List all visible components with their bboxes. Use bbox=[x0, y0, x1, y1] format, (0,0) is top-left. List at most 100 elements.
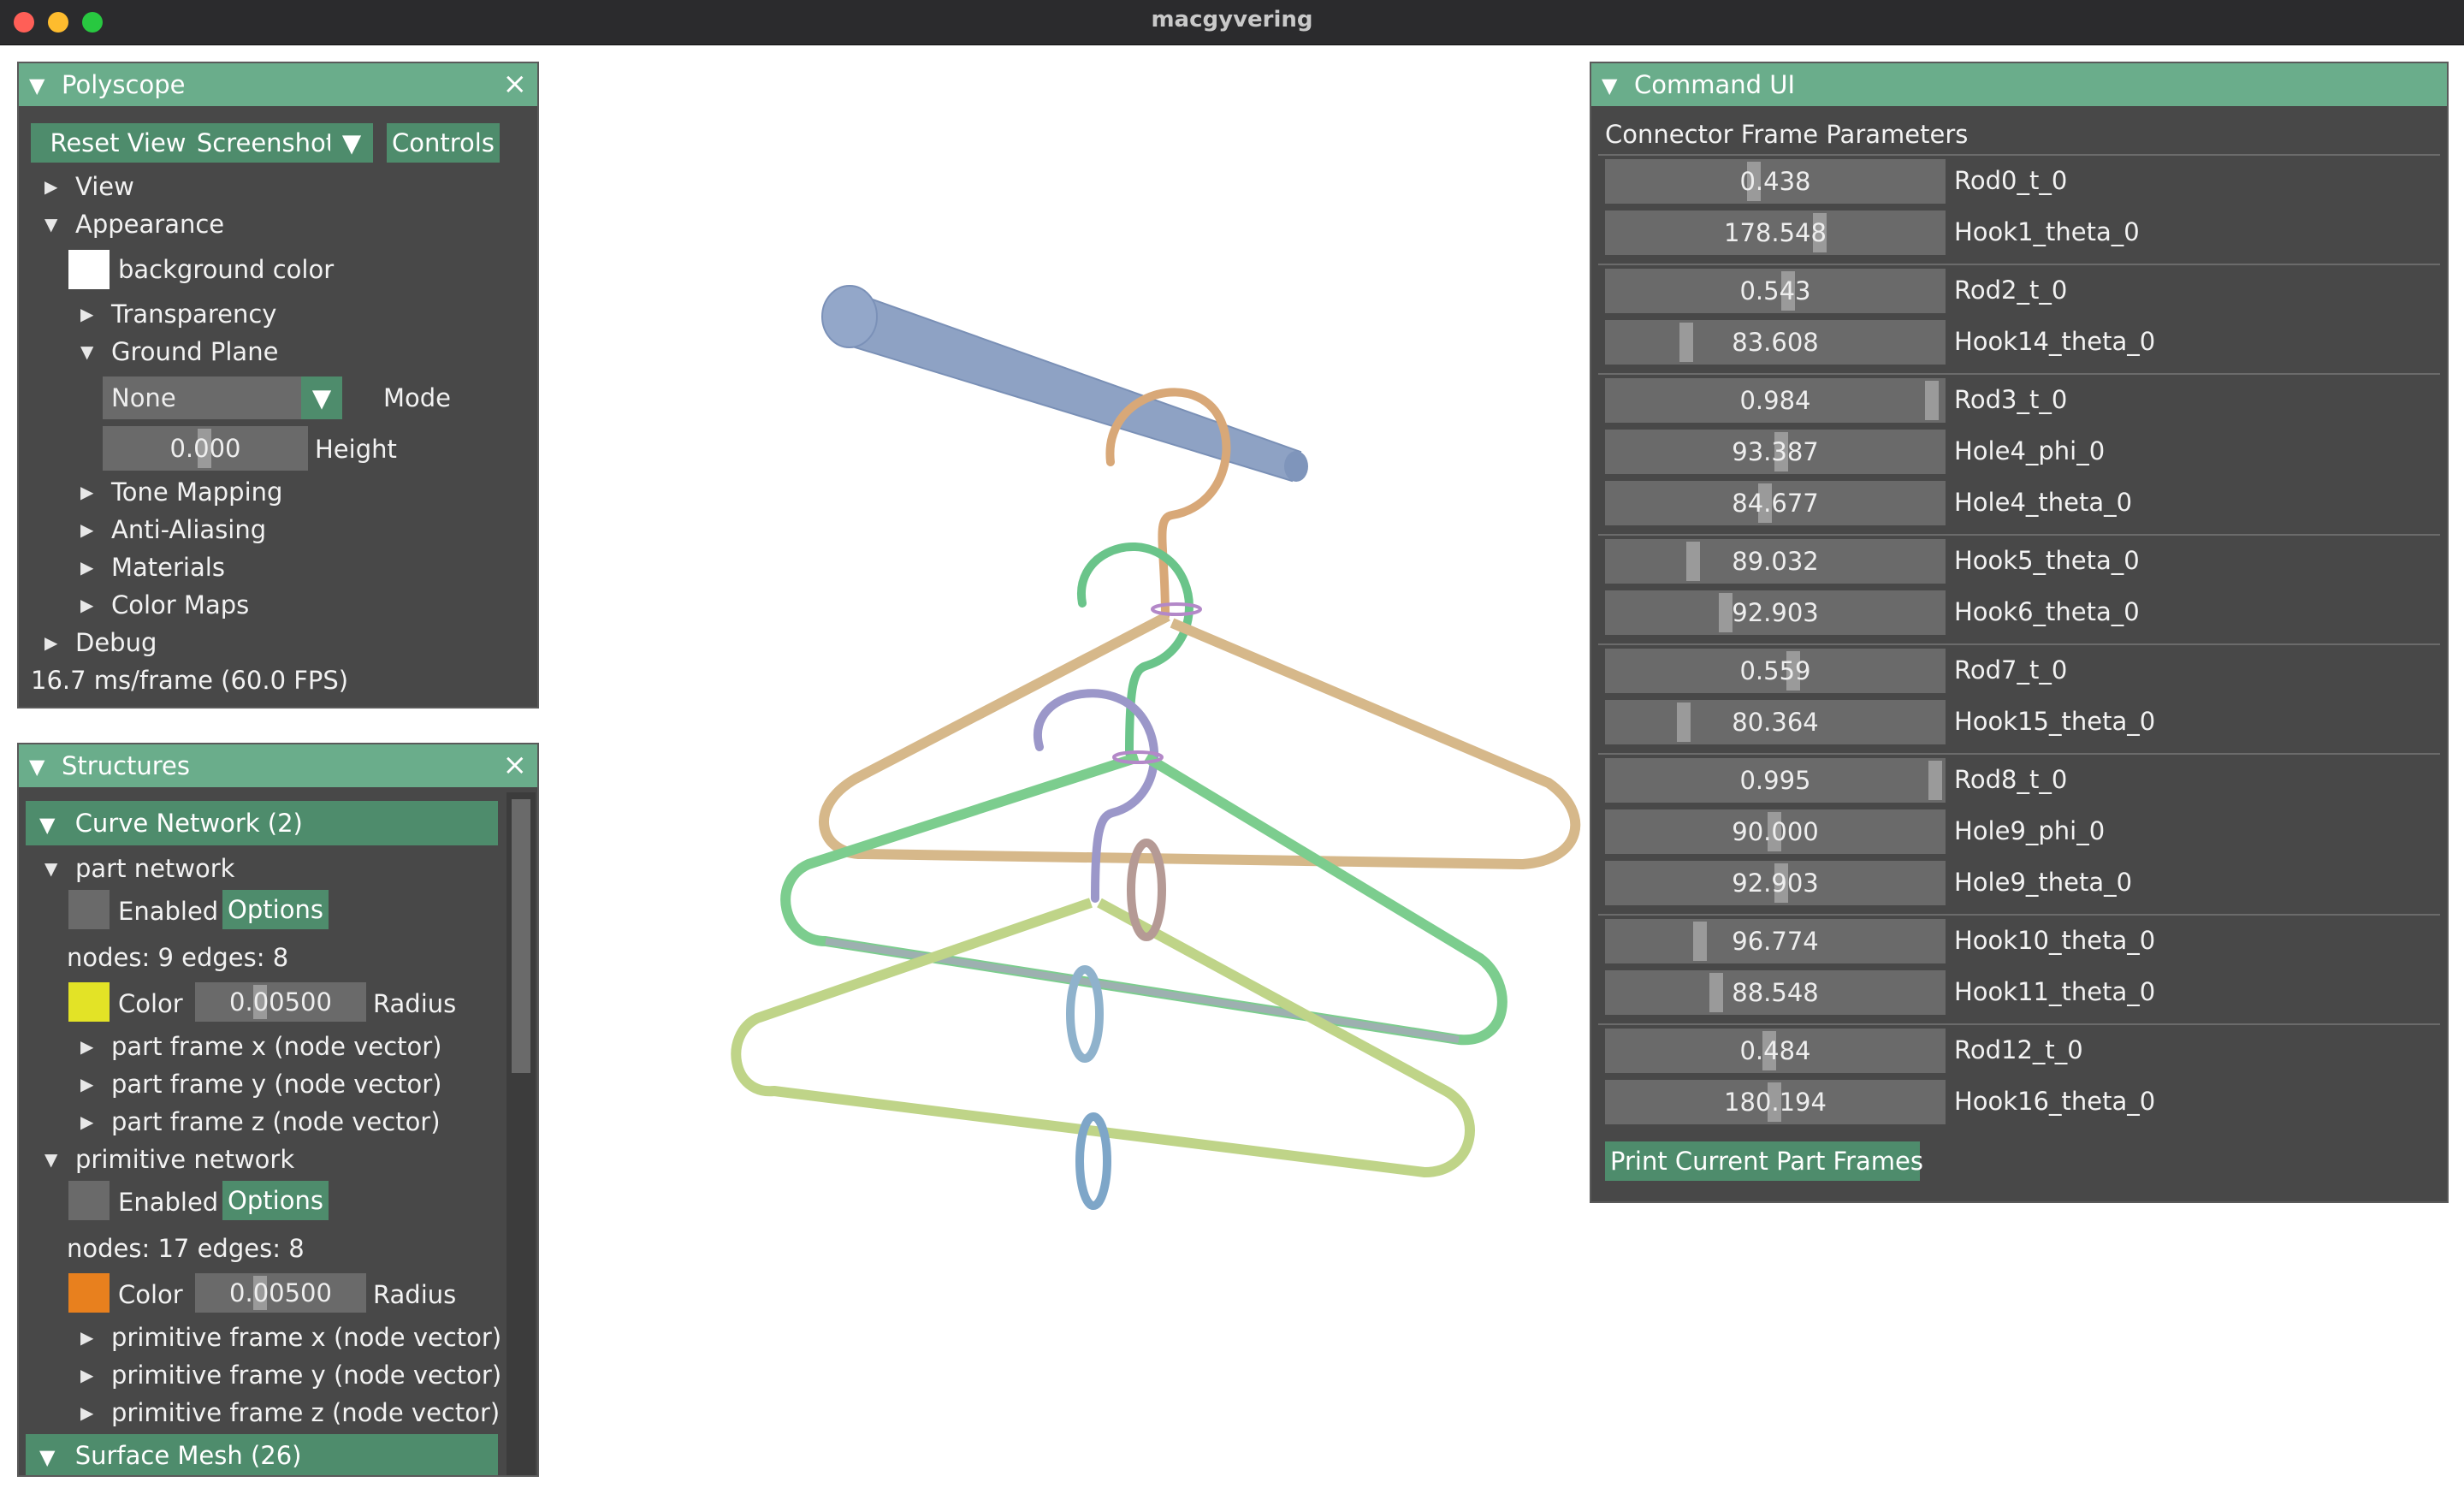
parameter-slider[interactable]: 84.677 bbox=[1605, 481, 1946, 525]
primitive-color-swatch[interactable] bbox=[68, 1273, 110, 1313]
tree-transparency[interactable]: ▶ Transparency bbox=[80, 299, 276, 329]
ground-mode-select[interactable]: None bbox=[103, 376, 308, 419]
parameter-label: Rod3_t_0 bbox=[1954, 385, 2068, 414]
slider-handle[interactable] bbox=[1679, 323, 1693, 362]
part-radius-field[interactable]: 0.00500 bbox=[195, 982, 366, 1022]
part-options-button[interactable]: Options bbox=[222, 890, 329, 929]
part-frame-z[interactable]: ▶ part frame z (node vector) bbox=[80, 1107, 441, 1136]
mode-label: Mode bbox=[383, 383, 452, 412]
tree-appearance[interactable]: ▼ Appearance bbox=[44, 210, 224, 239]
scrollbar-thumb[interactable] bbox=[512, 799, 530, 1073]
parameter-slider[interactable]: 0.438 bbox=[1605, 159, 1946, 204]
primitive-network-node[interactable]: ▼ primitive network bbox=[44, 1145, 294, 1174]
parameter-value: 0.543 bbox=[1739, 276, 1811, 305]
parameter-value: 96.774 bbox=[1732, 927, 1819, 956]
close-icon[interactable]: × bbox=[503, 748, 528, 782]
parameter-slider[interactable]: 90.000 bbox=[1605, 809, 1946, 854]
expand-arrow-icon: ▶ bbox=[80, 557, 94, 578]
primitive-frame-x[interactable]: ▶ primitive frame x (node vector) bbox=[80, 1323, 501, 1352]
structures-header[interactable]: ▼ Structures × bbox=[19, 744, 537, 787]
parameter-slider[interactable]: 83.608 bbox=[1605, 320, 1946, 365]
part-color-swatch[interactable] bbox=[68, 982, 110, 1022]
expand-arrow-icon: ▶ bbox=[80, 519, 94, 540]
parameter-label: Hole9_theta_0 bbox=[1954, 868, 2133, 897]
collapse-arrow-icon[interactable]: ▼ bbox=[29, 74, 44, 98]
radius-label: Radius bbox=[373, 1280, 457, 1309]
structures-scrollbar[interactable] bbox=[506, 792, 536, 1475]
radius-label: Radius bbox=[373, 989, 457, 1018]
close-icon[interactable]: × bbox=[503, 67, 528, 101]
primitive-frame-y[interactable]: ▶ primitive frame y (node vector) bbox=[80, 1361, 501, 1390]
part-frame-x[interactable]: ▶ part frame x (node vector) bbox=[80, 1032, 442, 1061]
tree-ground-plane[interactable]: ▼ Ground Plane bbox=[80, 337, 278, 366]
part-frame-y[interactable]: ▶ part frame y (node vector) bbox=[80, 1070, 442, 1099]
slider-handle[interactable] bbox=[1925, 381, 1939, 420]
part-network-node[interactable]: ▼ part network bbox=[44, 854, 234, 883]
slider-handle[interactable] bbox=[1686, 542, 1700, 581]
polyscope-title: Polyscope bbox=[62, 70, 186, 99]
screenshot-button[interactable]: Screenshot bbox=[187, 123, 346, 163]
tree-tone-mapping[interactable]: ▶ Tone Mapping bbox=[80, 477, 282, 507]
command-ui-header[interactable]: ▼ Command UI bbox=[1591, 63, 2447, 106]
tree-color-maps[interactable]: ▶ Color Maps bbox=[80, 590, 249, 620]
screenshot-dropdown-button[interactable]: ▼ bbox=[330, 123, 373, 163]
window-title: macgyvering bbox=[1151, 7, 1313, 33]
rod-cylinder bbox=[837, 289, 1302, 483]
parameter-slider[interactable]: 88.548 bbox=[1605, 970, 1946, 1015]
tree-view[interactable]: ▶ View bbox=[44, 172, 134, 201]
slider-handle[interactable] bbox=[1677, 703, 1691, 742]
parameter-label: Hook5_theta_0 bbox=[1954, 546, 2140, 575]
expand-arrow-icon: ▶ bbox=[80, 1036, 94, 1057]
chevron-down-icon: ▼ bbox=[341, 128, 362, 157]
parameter-label: Rod7_t_0 bbox=[1954, 655, 2068, 685]
parameter-label: Hook1_theta_0 bbox=[1954, 217, 2140, 246]
parameter-label: Hook10_theta_0 bbox=[1954, 926, 2156, 955]
collapse-arrow-icon: ▼ bbox=[80, 341, 94, 362]
print-part-frames-button[interactable]: Print Current Part Frames bbox=[1605, 1141, 1923, 1181]
parameter-label: Hook11_theta_0 bbox=[1954, 977, 2156, 1006]
slider-handle[interactable] bbox=[1693, 922, 1707, 961]
reset-view-button[interactable]: Reset View bbox=[31, 123, 205, 163]
parameter-slider[interactable]: 93.387 bbox=[1605, 430, 1946, 474]
collapse-arrow-icon[interactable]: ▼ bbox=[29, 755, 44, 779]
ground-height-field[interactable]: 0.000 bbox=[103, 426, 308, 471]
parameter-slider[interactable]: 80.364 bbox=[1605, 700, 1946, 744]
primitive-options-button[interactable]: Options bbox=[222, 1181, 329, 1220]
enabled-checkbox[interactable] bbox=[68, 1181, 110, 1220]
parameter-slider[interactable]: 96.774 bbox=[1605, 919, 1946, 963]
parameter-slider[interactable]: 92.903 bbox=[1605, 861, 1946, 905]
parameter-value: 0.984 bbox=[1739, 386, 1811, 415]
parameter-slider[interactable]: 89.032 bbox=[1605, 539, 1946, 584]
tree-anti-aliasing[interactable]: ▶ Anti-Aliasing bbox=[80, 515, 266, 544]
parameter-slider[interactable]: 0.995 bbox=[1605, 758, 1946, 803]
parameter-slider[interactable]: 178.548 bbox=[1605, 210, 1946, 255]
parameter-slider[interactable]: 92.903 bbox=[1605, 590, 1946, 635]
parameter-slider[interactable]: 0.484 bbox=[1605, 1029, 1946, 1073]
enabled-checkbox[interactable] bbox=[68, 890, 110, 929]
primitive-frame-z[interactable]: ▶ primitive frame z (node vector) bbox=[80, 1398, 500, 1427]
slider-handle[interactable] bbox=[1709, 973, 1723, 1012]
polyscope-header[interactable]: ▼ Polyscope × bbox=[19, 63, 537, 106]
slider-handle[interactable] bbox=[1719, 593, 1732, 632]
parameter-slider[interactable]: 180.194 bbox=[1605, 1080, 1946, 1124]
parameter-slider[interactable]: 0.543 bbox=[1605, 269, 1946, 313]
color-label: Color bbox=[118, 989, 183, 1018]
parameter-slider[interactable]: 0.984 bbox=[1605, 378, 1946, 423]
surface-mesh-header[interactable]: ▼ Surface Mesh (26) bbox=[26, 1434, 498, 1475]
parameter-value: 92.903 bbox=[1732, 869, 1819, 898]
enabled-label: Enabled bbox=[118, 897, 219, 926]
tree-debug[interactable]: ▶ Debug bbox=[44, 628, 157, 657]
background-color-swatch[interactable] bbox=[68, 250, 110, 289]
slider-handle[interactable] bbox=[1928, 761, 1942, 800]
collapse-arrow-icon: ▼ bbox=[39, 1445, 56, 1469]
primitive-radius-field[interactable]: 0.00500 bbox=[195, 1273, 366, 1313]
curve-network-header[interactable]: ▼ Curve Network (2) bbox=[26, 801, 498, 845]
rod-cylinder-far-end bbox=[1284, 451, 1308, 482]
connector-frame-heading: Connector Frame Parameters bbox=[1605, 120, 1969, 149]
collapse-arrow-icon[interactable]: ▼ bbox=[1602, 74, 1617, 98]
tree-materials[interactable]: ▶ Materials bbox=[80, 553, 225, 582]
ground-mode-dropdown-button[interactable]: ▼ bbox=[301, 376, 342, 419]
controls-button[interactable]: Controls bbox=[387, 123, 500, 163]
parameter-slider[interactable]: 0.559 bbox=[1605, 649, 1946, 693]
parameter-value: 80.364 bbox=[1732, 708, 1819, 737]
